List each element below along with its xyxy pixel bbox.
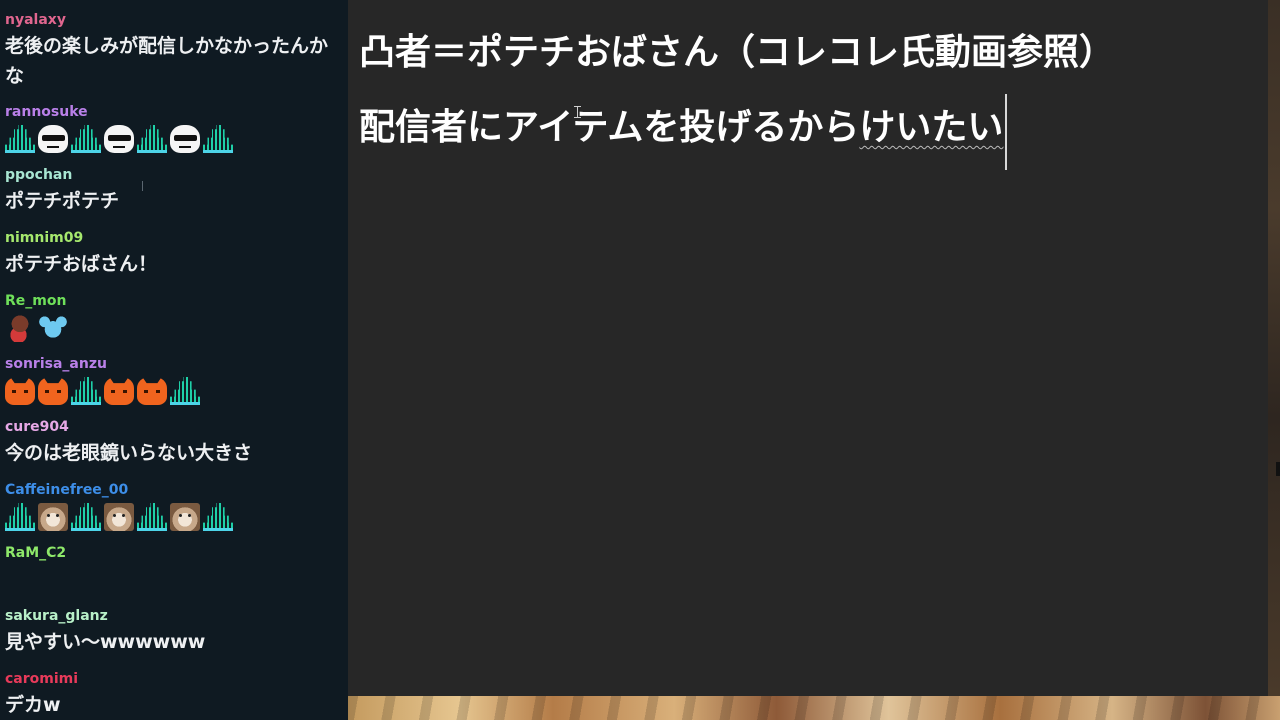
ime-composition-text: けいたい [859,107,1004,148]
chat-message-text: 老後の楽しみが配信しかなかったんかな [5,35,329,87]
chat-username[interactable]: sonrisa_anzu [5,356,345,372]
sunglasses-emote [170,125,200,153]
orange-cat-emote [38,377,68,405]
chat-username[interactable]: ppochan [5,167,345,183]
chat-message-text: 見やすい〜wwwwww [5,631,206,653]
chat-message: caromimi デカw [5,671,345,720]
chat-message-text: ポテチおばさん！ [5,253,158,275]
orange-cat-emote [5,377,35,405]
chat-emote-row [5,501,345,531]
equalizer-emote [71,377,101,405]
sunglasses-emote [38,125,68,153]
chat-panel: nyalaxy 老後の楽しみが配信しかなかったんかな rannosuke ppocha… [0,0,348,720]
chat-message: nimnim09 ポテチおばさん！ [5,230,345,279]
sunglasses-emote [104,125,134,153]
cat-photo-emote [170,503,200,531]
cat-photo-emote [104,503,134,531]
chat-emote-row [5,123,345,153]
chat-message: ppochan ポテチポテチ [5,167,345,216]
chat-username[interactable]: caromimi [5,671,345,687]
background-edge [1268,0,1280,696]
chat-username[interactable]: nimnim09 [5,230,345,246]
chat-message: cure904 今のは老眼鏡いらない大きさ [5,419,345,468]
chat-username[interactable]: cure904 [5,419,345,435]
mouse-emote [38,314,68,342]
equalizer-emote [137,503,167,531]
equalizer-emote [137,125,167,153]
equalizer-emote [203,125,233,153]
chat-message: nyalaxy 老後の楽しみが配信しかなかったんかな [5,12,345,91]
chat-username[interactable]: sakura_glanz [5,608,345,624]
chat-username[interactable]: RaM_C2 [5,545,345,561]
chat-message: sakura_glanz 見やすい〜wwwwww [5,608,345,657]
chat-emote-row [5,375,345,405]
editor-line-2: 配信者にアイテムを投げるからけいたい [359,106,1003,150]
chat-message-text: ポテチポテチ [5,190,120,212]
chat-message: RaM_C2 [5,545,345,564]
orange-cat-emote [137,377,167,405]
cat-photo-emote [38,503,68,531]
chat-emote-row [5,312,345,342]
chat-message: sonrisa_anzu [5,356,345,405]
chat-message: Re_mon [5,293,345,342]
chat-username[interactable]: nyalaxy [5,12,345,28]
chat-username[interactable]: rannosuke [5,104,345,120]
chat-username[interactable]: Re_mon [5,293,345,309]
chat-message-text: デカw [5,694,61,716]
chat-message: rannosuke [5,104,345,153]
mouse-cursor-marker [142,181,143,191]
ibeam-cursor-icon [574,106,581,118]
equalizer-emote [5,503,35,531]
orange-cat-emote [104,377,134,405]
chat-message: Caffeinefree_00 [5,482,345,531]
character-emote [5,314,35,342]
background-collage [348,696,1280,720]
committed-text: 配信者にアイテムを投げるから [359,107,860,148]
equalizer-emote [71,125,101,153]
equalizer-emote [71,503,101,531]
equalizer-emote [5,125,35,153]
equalizer-emote [203,503,233,531]
scroll-marker [1276,462,1280,476]
text-caret [1005,94,1008,170]
text-editor[interactable]: 凸者＝ポテチおばさん（コレコレ氏動画参照） 配信者にアイテムを投げるからけいたい [348,0,1280,696]
chat-username[interactable]: Caffeinefree_00 [5,482,345,498]
editor-line-1: 凸者＝ポテチおばさん（コレコレ氏動画参照） [359,32,1116,73]
chat-message-text: 今のは老眼鏡いらない大きさ [5,442,253,464]
equalizer-emote [170,377,200,405]
